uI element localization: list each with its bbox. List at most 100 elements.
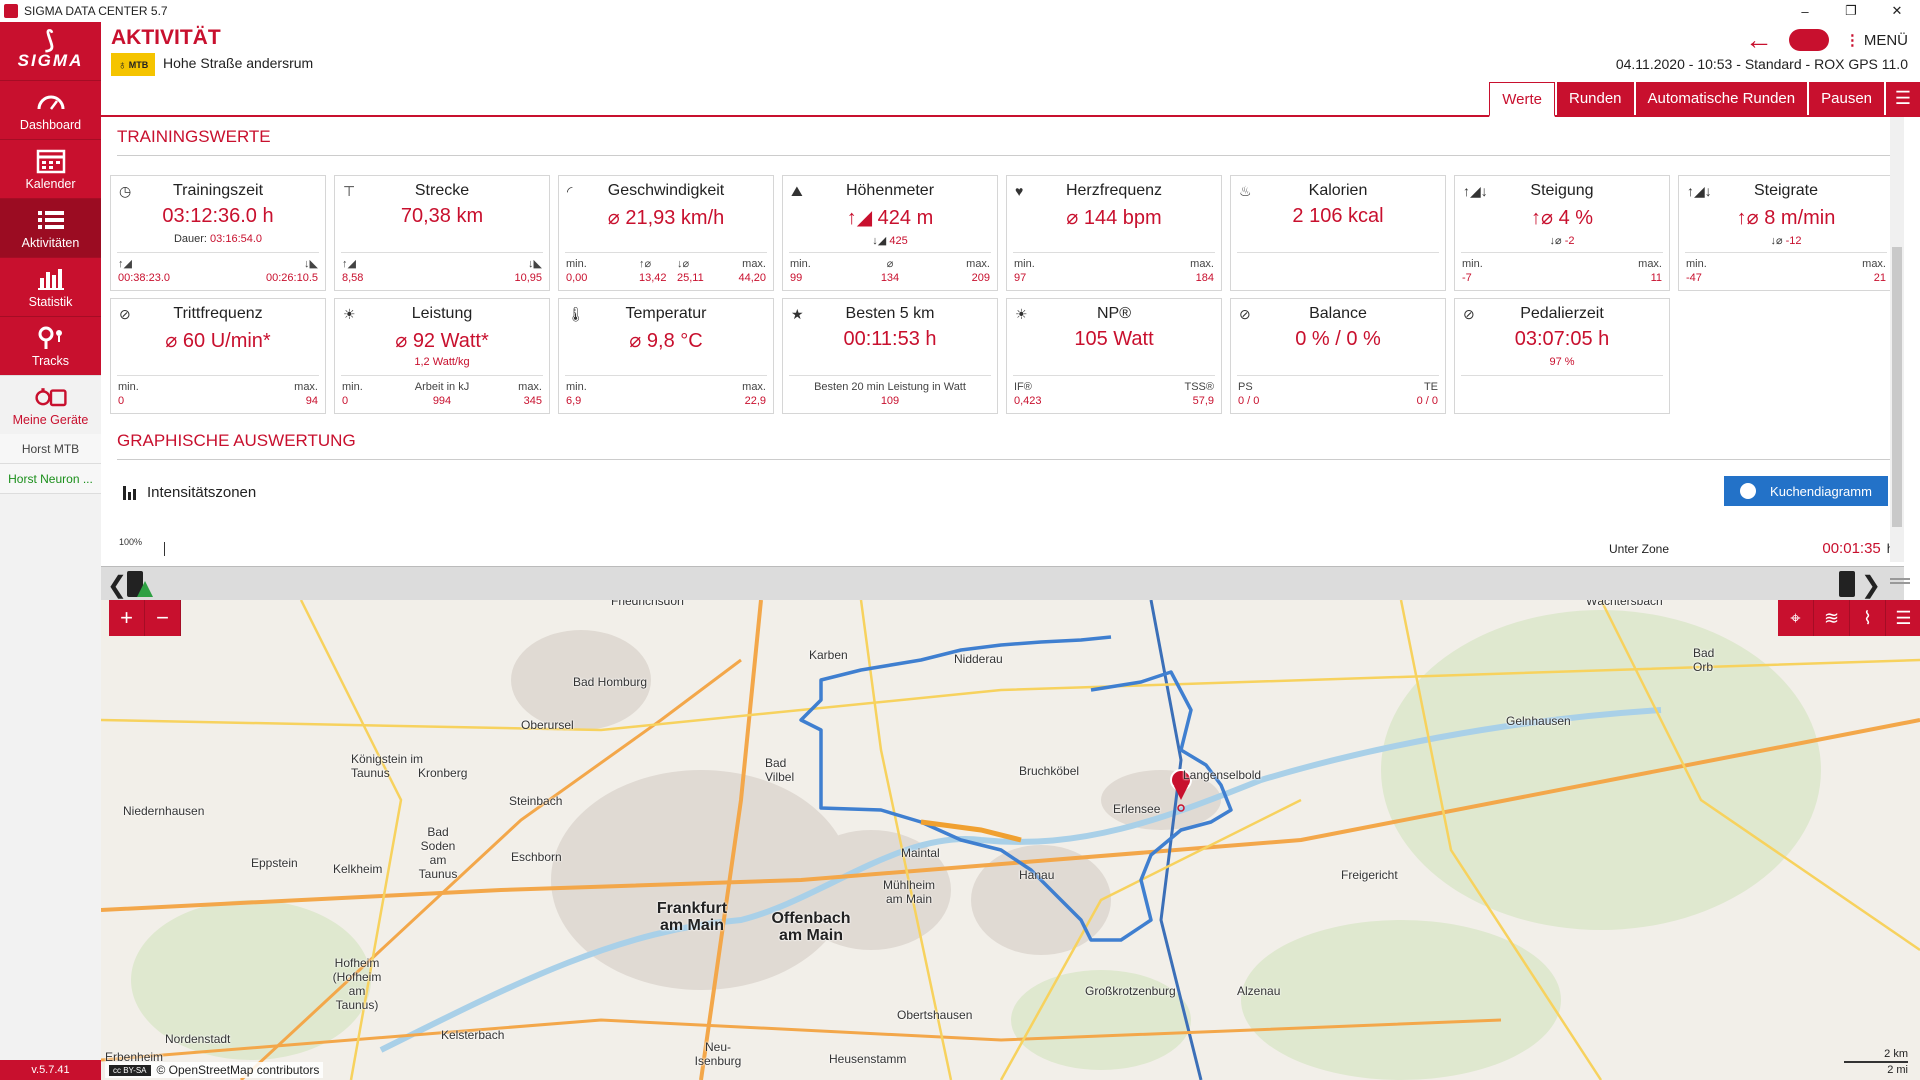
chevron-left-icon[interactable]: ❮ — [107, 571, 127, 600]
timeline-end-handle[interactable] — [1839, 571, 1855, 597]
map-attribution: cc BY-SA © OpenStreetMap contributors — [105, 1062, 324, 1078]
devices-icon — [34, 387, 67, 406]
map-label: Wächtersbach — [1586, 600, 1663, 608]
zone-name: Unter Zone — [1609, 542, 1670, 556]
card-temperatur[interactable]: 🌡 Temperatur ⌀ 9,8 °C min. max. 6,9 22,9 — [558, 298, 774, 414]
activity-time: 10:53 — [1697, 56, 1733, 72]
chevron-right-icon[interactable]: ❯ — [1861, 571, 1881, 600]
menu-button[interactable]: ⋮ MENÜ — [1845, 31, 1908, 49]
card-kalorien[interactable]: ♨ Kalorien 2 106 kcal — [1230, 175, 1446, 291]
map-label: Obertshausen — [897, 1008, 973, 1022]
divider — [117, 155, 1897, 156]
sidebar-item-dashboard[interactable]: Dashboard — [0, 80, 101, 139]
activity-meta: 04.11.2020 - 10:53 - Standard - ROX GPS … — [1615, 56, 1908, 72]
calendar-icon — [36, 149, 65, 173]
bar-chart-icon — [123, 485, 139, 500]
device-item[interactable]: Horst Neuron ... — [0, 464, 101, 494]
downhill-avg-icon: ↓⌀ — [677, 258, 690, 270]
version-label: v.5.7.41 — [0, 1060, 101, 1080]
card-strecke[interactable]: ⊤ Strecke 70,38 km ↑◢ ↓◣ 8,58 10,95 — [334, 175, 550, 291]
sidebar-item-meine-geraete[interactable]: Meine Geräte — [0, 375, 101, 434]
card-trainingszeit[interactable]: ◷ Trainingszeit 03:12:36.0 h Dauer: 03:1… — [110, 175, 326, 291]
map-label: Bad Soden am Taunus — [418, 825, 458, 881]
tab-bar: Werte Runden Automatische Runden Pausen … — [101, 82, 1920, 117]
timeline-slider[interactable]: ❮ ❯ — [101, 566, 1904, 600]
card-np[interactable]: ☀ NP® 105 Watt IF® TSS® 0,423 57,9 — [1006, 298, 1222, 414]
map-label: Langenselbold — [1183, 768, 1262, 782]
maximize-button[interactable]: ❐ — [1828, 0, 1874, 22]
activity-name: Hohe Straße andersrum — [163, 55, 314, 71]
map-label: Hanau — [1019, 868, 1055, 882]
map-label: Eschborn — [511, 850, 562, 864]
downhill-icon: ↓◣ — [304, 258, 318, 270]
resize-grip-icon[interactable] — [1890, 578, 1910, 584]
page-header: AKTIVITÄT ♁ MTB Hohe Straße andersrum ← ⋮… — [101, 22, 1920, 82]
minimize-button[interactable]: – — [1782, 0, 1828, 22]
card-pedalierzeit[interactable]: ⊘ Pedalierzeit 03:07:05 h 97 % — [1454, 298, 1670, 414]
card-geschwindigkeit[interactable]: ◜ Geschwindigkeit ⌀ 21,93 km/h min. ↑⌀ ↓… — [558, 175, 774, 291]
average-icon: ⌀ — [886, 258, 894, 270]
device-item[interactable]: Horst MTB — [0, 434, 101, 464]
list-view-icon[interactable]: ☰ — [1886, 82, 1920, 115]
map-label: Oberursel — [521, 718, 574, 732]
uphill-avg-icon: ↑⌀ — [639, 258, 652, 270]
bar-chart-icon — [37, 268, 64, 290]
map-list-icon[interactable]: ☰ — [1886, 600, 1920, 636]
sidebar-item-aktivitaeten[interactable]: Aktivitäten — [0, 198, 101, 257]
content-scrollbar[interactable] — [1890, 117, 1904, 562]
mtb-sport-badge: ♁ MTB — [111, 53, 155, 76]
map-label: Bad Vilbel — [765, 756, 795, 784]
card-leistung[interactable]: ☀ Leistung ⌀ 92 Watt* 1,2 Watt/kg min. A… — [334, 298, 550, 414]
uphill-icon: ↑◢ — [342, 258, 356, 270]
zoom-out-button[interactable]: − — [145, 600, 181, 636]
tab-pausen[interactable]: Pausen — [1809, 82, 1884, 115]
map-label: Nordenstadt — [165, 1032, 231, 1046]
app-icon — [4, 4, 18, 18]
map-label: Bad Homburg — [573, 675, 648, 689]
layers-icon[interactable]: ≋ — [1814, 600, 1850, 636]
activity-date: 04.11.2020 — [1615, 56, 1685, 72]
cloud-sync-icon[interactable] — [1788, 29, 1829, 51]
card-besten-5km[interactable]: ★ Besten 5 km 00:11:53 h Besten 20 min L… — [782, 298, 998, 414]
map-label: Großkrotzenburg — [1085, 984, 1176, 998]
activity-profile: Standard — [1744, 56, 1802, 72]
sidebar-item-statistik[interactable]: Statistik — [0, 257, 101, 316]
map-label: Bruchköbel — [1019, 764, 1080, 778]
map-label: Friedrichsdorf — [611, 600, 685, 608]
tab-werte[interactable]: Werte — [1489, 82, 1555, 117]
map-label: Kronberg — [418, 766, 468, 780]
pie-chart-button[interactable]: Kuchendiagramm — [1724, 476, 1888, 506]
zone-time: 00:01:35h — [1822, 540, 1894, 557]
map-label: Kelsterbach — [441, 1028, 505, 1042]
route-map[interactable]: Friedrichsdorf Karben Nidderau Wächtersb… — [101, 600, 1920, 1080]
map-label: Heusenstamm — [829, 1052, 907, 1066]
map-label: Alzenau — [1237, 984, 1281, 998]
map-label: Karben — [809, 648, 848, 662]
card-steigung[interactable]: ↑◢↓ Steigung ↑⌀ 4 % ↓⌀ -2 min. max. -7 1… — [1454, 175, 1670, 291]
sidebar-item-tracks[interactable]: Tracks — [0, 316, 101, 375]
card-trittfrequenz[interactable]: ⊘ Trittfrequenz ⌀ 60 U/min* min. max. 0 … — [110, 298, 326, 414]
tab-automatische-runden[interactable]: Automatische Runden — [1635, 82, 1808, 115]
back-arrow-icon[interactable]: ← — [1745, 26, 1773, 54]
map-label: Hofheim (Hofheim am Taunus) — [332, 956, 382, 1012]
zoom-in-button[interactable]: + — [109, 600, 145, 636]
section-title-graphic: GRAPHISCHE AUSWERTUNG — [117, 431, 356, 450]
card-balance[interactable]: ⊘ Balance 0 % / 0 % PS TE 0 / 0 0 / 0 — [1230, 298, 1446, 414]
divider — [117, 459, 1897, 460]
start-flag-icon — [137, 581, 153, 597]
dashboard-icon — [37, 95, 64, 110]
card-hoehenmeter[interactable]: ⛰ Höhenmeter ↑◢ 424 m ↓◢ 425 min. ⌀ max.… — [782, 175, 998, 291]
elevation-profile-icon[interactable]: ⌇ — [1850, 600, 1886, 636]
card-herzfrequenz[interactable]: ♥ Herzfrequenz ⌀ 144 bpm min. max. 97 18… — [1006, 175, 1222, 291]
section-title-training: TRAININGSWERTE — [117, 127, 271, 146]
intensity-zones-label[interactable]: Intensitätszonen — [123, 484, 256, 501]
map-label: Gelnhausen — [1506, 714, 1571, 728]
sidebar-item-kalender[interactable]: Kalender — [0, 139, 101, 198]
map-label: Freigericht — [1341, 868, 1398, 882]
locate-icon[interactable]: ⌖ — [1778, 600, 1814, 636]
uphill-icon: ↑◢ — [118, 258, 132, 270]
downhill-icon: ↓◣ — [528, 258, 542, 270]
tab-runden[interactable]: Runden — [1556, 82, 1634, 115]
close-button[interactable]: ✕ — [1874, 0, 1920, 22]
card-steigrate[interactable]: ↑◢↓ Steigrate ↑⌀ 8 m/min ↓⌀ -12 min. max… — [1678, 175, 1894, 291]
